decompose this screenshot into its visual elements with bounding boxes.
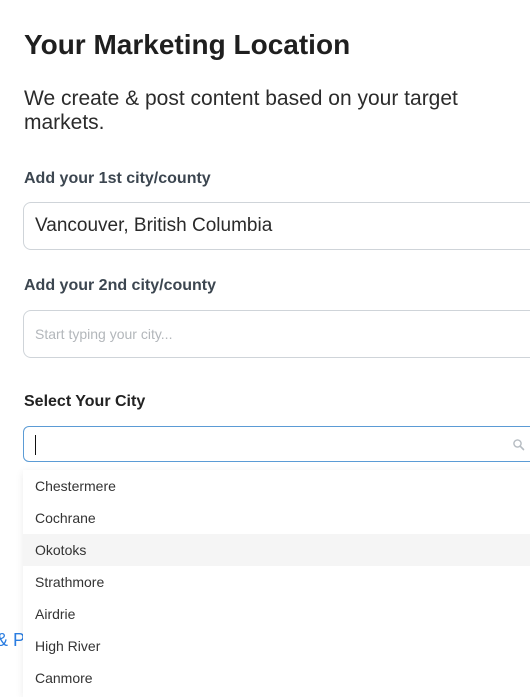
city-option[interactable]: Strathmore [23, 566, 530, 598]
city-dropdown: Chestermere Cochrane Okotoks Strathmore Aird… [23, 470, 530, 697]
page-subtitle: We create & post content based on your t… [24, 87, 458, 134]
city1-label: Add your 1st city/county [24, 170, 211, 187]
background-link[interactable]: & P [0, 630, 25, 651]
city-search-input[interactable] [23, 426, 530, 462]
page-title: Your Marketing Location [24, 29, 351, 60]
page: & P Your Marketing Location We create & … [0, 0, 530, 697]
city-option[interactable]: Chestermere [23, 470, 530, 502]
city-options-list: Chestermere Cochrane Okotoks Strathmore Aird… [23, 470, 530, 694]
search-icon [513, 439, 525, 451]
city-option[interactable]: High River [23, 630, 530, 662]
select-city-label: Select Your City [24, 393, 146, 410]
city2-input[interactable] [23, 310, 530, 358]
text-caret [35, 435, 36, 455]
city1-input[interactable] [23, 202, 530, 250]
city-option[interactable]: Canmore [23, 662, 530, 694]
city-option[interactable]: Airdrie [23, 598, 530, 630]
city-option[interactable]: Okotoks [23, 534, 530, 566]
city-option[interactable]: Cochrane [23, 502, 530, 534]
city2-label: Add your 2nd city/county [24, 277, 217, 294]
